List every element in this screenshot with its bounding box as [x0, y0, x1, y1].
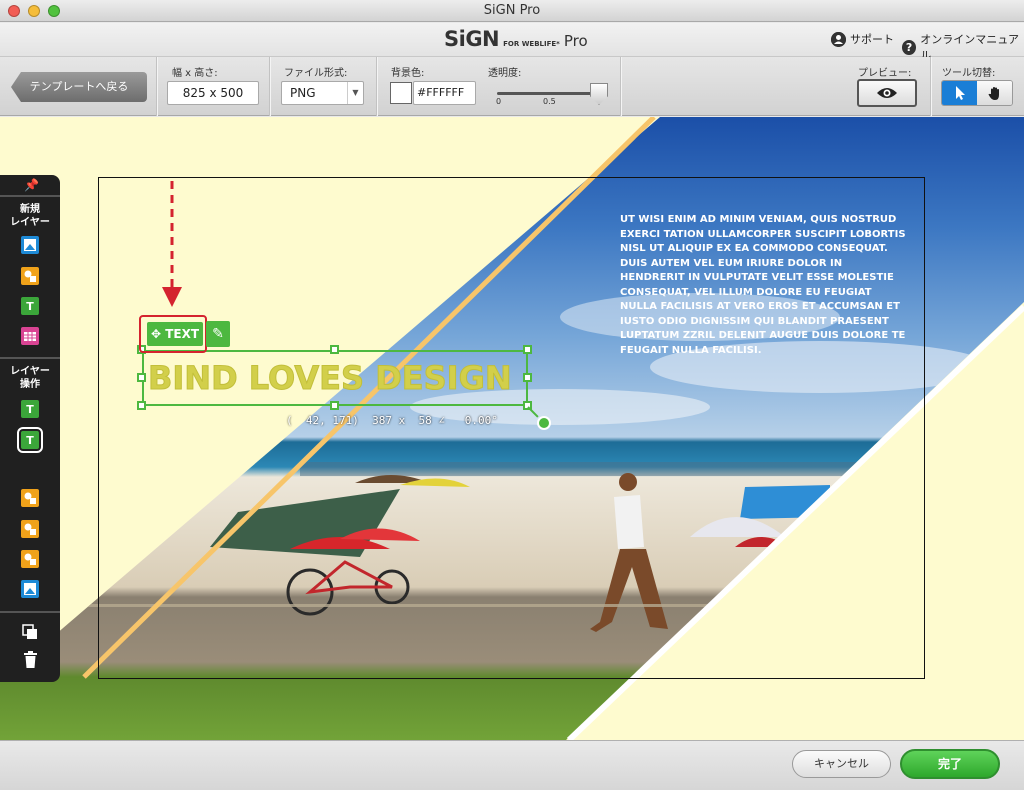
app-window: SiGN Pro SiGN FOR WEBLIFE* Pro サポート ? オン… [0, 0, 1024, 790]
new-text-layer-button[interactable]: T [21, 297, 39, 315]
tool-switch [941, 80, 1013, 106]
bgcolor-label: 背景色: [391, 68, 425, 79]
bottom-bar: キャンセル 完了 [0, 740, 1024, 790]
done-button[interactable]: 完了 [900, 749, 1000, 779]
window-title: SiGN Pro [483, 3, 541, 18]
layer-item-image[interactable] [21, 580, 39, 598]
new-layer-label: 新規 レイヤー [10, 204, 50, 228]
layer-panel: 📌 新規 レイヤー T レイヤー 操作 T T [0, 175, 60, 682]
resize-handle-bottom-left[interactable] [137, 401, 146, 410]
resize-handle-bottom[interactable] [330, 401, 339, 410]
bgcolor-field[interactable]: #FFFFFF [413, 81, 476, 105]
text-layer-icon: T [26, 433, 34, 447]
resize-handle-top-right[interactable] [523, 345, 532, 354]
opacity-min-label: 0 [496, 97, 502, 106]
opacity-slider-track[interactable] [497, 92, 601, 95]
toolbar-divider [620, 57, 621, 116]
preview-button[interactable] [857, 79, 917, 107]
resize-handle-top[interactable] [330, 345, 339, 354]
layer-item-text-1[interactable]: T [21, 400, 39, 418]
app-header: SiGN FOR WEBLIFE* Pro サポート ? オンラインマニュアル [0, 23, 1024, 62]
format-value: PNG [290, 86, 316, 100]
panel-divider [0, 195, 60, 197]
toolbar-divider [376, 57, 377, 116]
shape-layer-icon [24, 270, 36, 282]
help-icon: ? [902, 39, 917, 55]
move-icon: ✥ [150, 327, 162, 341]
toolbar-divider [156, 57, 157, 116]
user-icon [831, 31, 846, 47]
preview-label: プレビュー: [858, 68, 912, 79]
layer-ops-label: レイヤー 操作 [10, 366, 50, 390]
body-text-layer[interactable]: UT WISI ENIM AD MINIM VENIAM, QUIS NOSTR… [620, 213, 910, 358]
dimension-readout: ( 42, 171) 387 x 58 ∠ 0.00° [286, 414, 498, 427]
cancel-button[interactable]: キャンセル [792, 750, 891, 778]
text-layer-icon: T [26, 299, 34, 313]
format-label: ファイル形式: [284, 68, 348, 79]
hand-icon [988, 87, 999, 100]
guide-arrow [162, 181, 182, 307]
panel-divider [0, 357, 60, 359]
text-layer-icon: T [26, 402, 34, 416]
hand-tool-button[interactable] [977, 81, 1012, 105]
text-layer-tag-highlight: ✥ TEXT [139, 315, 207, 353]
resize-handle-left[interactable] [137, 373, 146, 382]
resize-handle-right[interactable] [523, 373, 532, 382]
format-select[interactable]: PNG ▼ [281, 81, 364, 105]
pin-icon[interactable]: 📌 [24, 178, 39, 192]
opacity-label: 透明度: [488, 68, 522, 79]
selection-box[interactable] [142, 350, 528, 406]
shape-layer-icon [24, 492, 36, 504]
toolbar-divider [269, 57, 270, 116]
tool-switch-label: ツール切替: [942, 68, 996, 79]
trash-icon[interactable] [23, 651, 38, 672]
opacity-mid-label: 0.5 [543, 97, 556, 106]
new-image-layer-button[interactable] [21, 236, 39, 254]
eye-icon [877, 88, 897, 98]
panel-divider [0, 611, 60, 613]
image-layer-icon [24, 583, 36, 595]
layer-item-shape-3[interactable] [21, 550, 39, 568]
new-shape-layer-button[interactable] [21, 267, 39, 285]
pointer-icon [955, 86, 965, 100]
beach-photo [0, 117, 1024, 740]
back-to-template-button[interactable]: テンプレートへ戻る [11, 72, 147, 102]
rotate-handle[interactable] [537, 416, 551, 430]
window-minimize-button[interactable] [28, 5, 40, 17]
size-field[interactable]: 825 x 500 [167, 81, 259, 105]
table-layer-icon [24, 332, 36, 341]
layer-item-text-2-selected[interactable]: T [17, 427, 43, 453]
pencil-icon: ✎ [212, 326, 224, 342]
layer-item-shape-1[interactable] [21, 489, 39, 507]
pointer-tool-button[interactable] [942, 81, 977, 105]
chevron-down-icon: ▼ [347, 82, 363, 104]
app-logo: SiGN FOR WEBLIFE* Pro [444, 27, 588, 51]
window-titlebar: SiGN Pro [0, 0, 1024, 22]
window-close-button[interactable] [8, 5, 20, 17]
text-layer-tag[interactable]: ✥ TEXT [147, 322, 203, 346]
toolbar-divider [930, 57, 931, 116]
shape-layer-icon [24, 553, 36, 565]
layer-item-shape-2[interactable] [21, 520, 39, 538]
new-table-layer-button[interactable] [21, 327, 39, 345]
size-label: 幅 x 高さ: [172, 68, 218, 79]
bgcolor-swatch[interactable] [390, 82, 412, 104]
duplicate-icon[interactable] [22, 624, 38, 644]
edit-text-button[interactable]: ✎ [206, 321, 230, 347]
window-zoom-button[interactable] [48, 5, 60, 17]
shape-layer-icon [24, 523, 36, 535]
design-canvas[interactable]: UT WISI ENIM AD MINIM VENIAM, QUIS NOSTR… [0, 117, 1024, 740]
support-link[interactable]: サポート [831, 31, 894, 47]
image-layer-icon [24, 239, 36, 251]
